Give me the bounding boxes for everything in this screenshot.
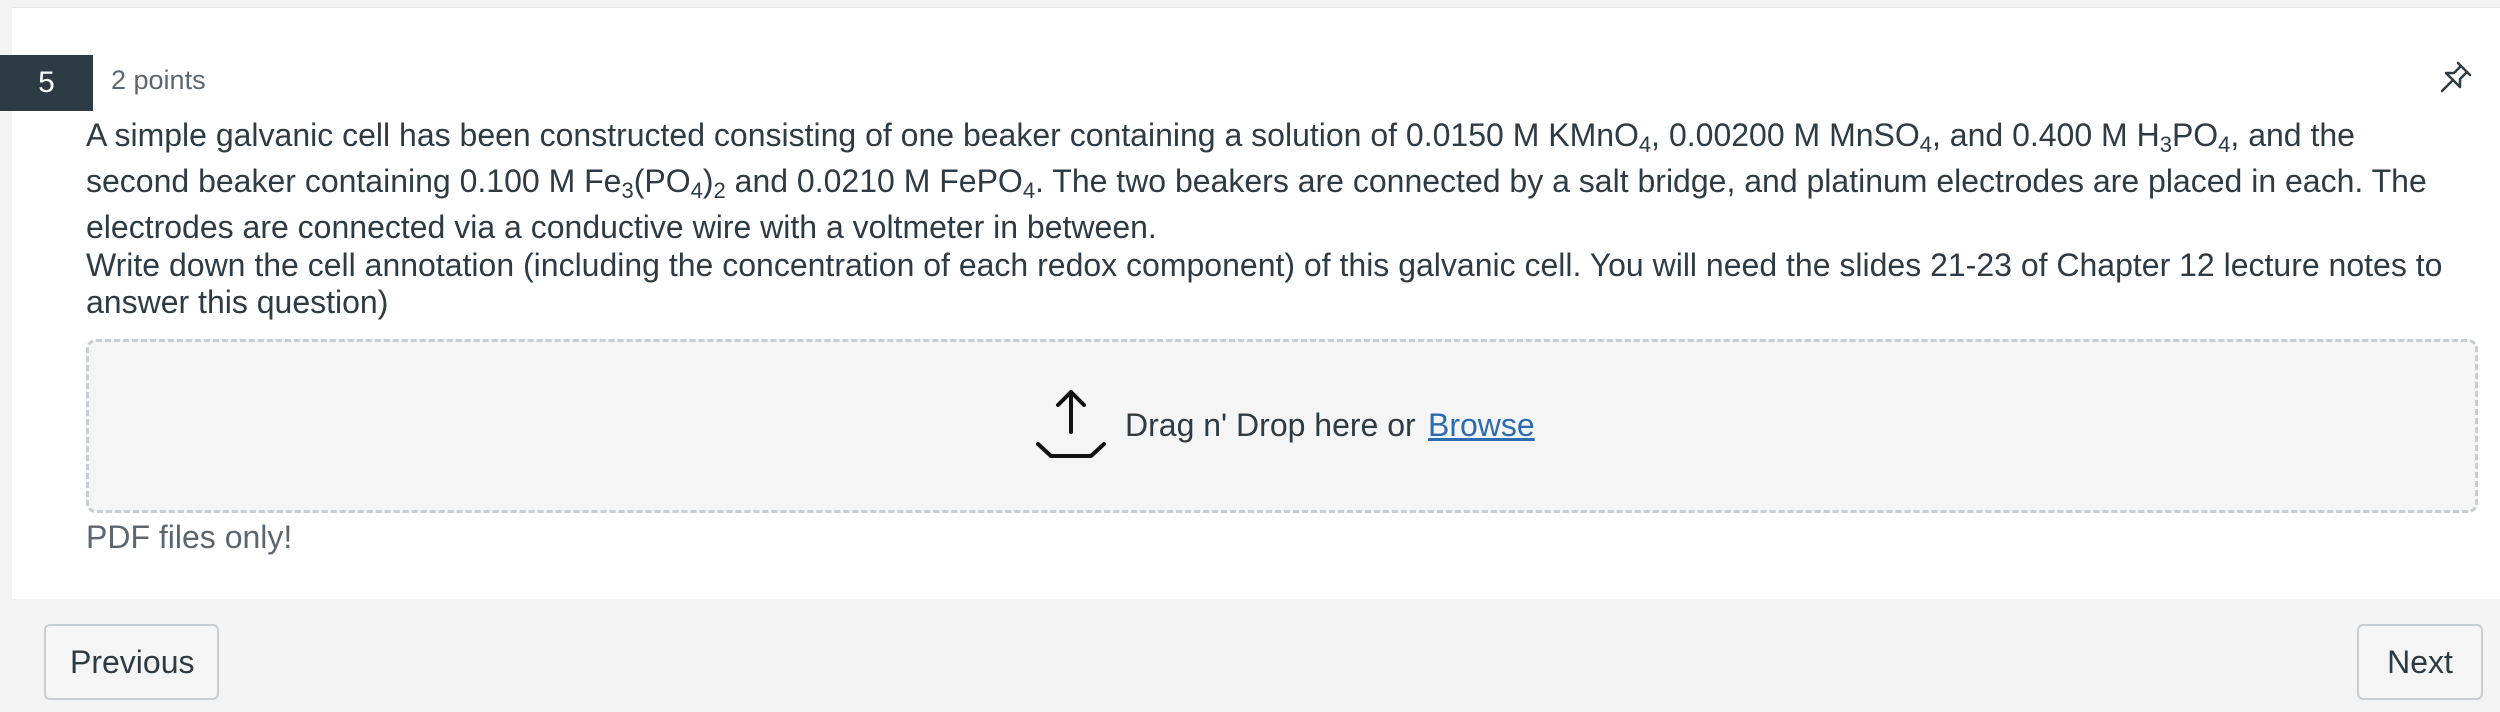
upload-icon bbox=[1031, 386, 1111, 466]
pin-icon[interactable] bbox=[2435, 58, 2475, 98]
subscript: 4 bbox=[1022, 178, 1036, 203]
file-type-hint: PDF files only! bbox=[86, 519, 293, 555]
subscript: 4 bbox=[2218, 132, 2231, 157]
subscript: 4 bbox=[1919, 132, 1932, 157]
dropzone-label: Drag n' Drop here or bbox=[1125, 407, 1416, 443]
next-button[interactable]: Next bbox=[2357, 624, 2483, 700]
subscript: 4 bbox=[1638, 132, 1652, 157]
previous-button[interactable]: Previous bbox=[44, 624, 219, 700]
question-number: 5 bbox=[0, 55, 93, 111]
question-points: 2 points bbox=[111, 65, 206, 95]
subscript: 4 bbox=[690, 178, 703, 203]
subscript: 3 bbox=[621, 178, 634, 203]
question-paragraph-1: A simple galvanic cell has been construc… bbox=[86, 117, 2427, 245]
browse-link[interactable]: Browse bbox=[1428, 407, 1535, 444]
question-paragraph-2: Write down the cell annotation (includin… bbox=[86, 247, 2443, 320]
pin-icon-graphic bbox=[2440, 61, 2472, 93]
subscript: 3 bbox=[2159, 132, 2172, 157]
subscript: 2 bbox=[713, 178, 726, 203]
question-text: A simple galvanic cell has been construc… bbox=[86, 112, 2466, 321]
